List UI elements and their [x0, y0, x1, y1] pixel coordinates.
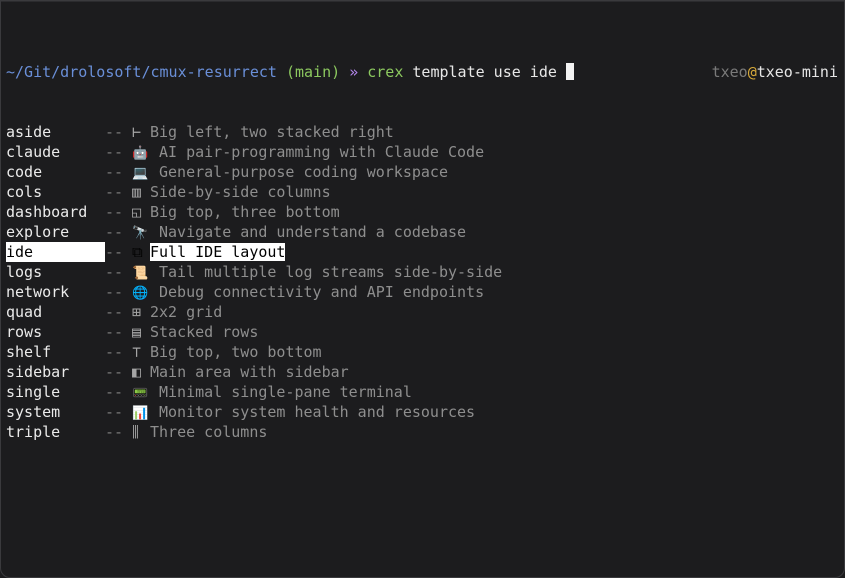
text-cursor	[565, 63, 574, 80]
template-separator: --	[105, 303, 124, 321]
template-separator: --	[105, 423, 124, 441]
template-separator: --	[105, 343, 124, 361]
template-description: Main area with sidebar	[150, 363, 349, 381]
template-separator: --	[105, 163, 124, 181]
ide-layout-icon: ⧉	[132, 243, 143, 261]
prompt-line: ~/Git/drolosoft/cmux-resurrect (main) » …	[6, 62, 838, 82]
template-row-sidebar[interactable]: sidebar -- ◧ Main area with sidebar	[6, 362, 838, 382]
scroll-icon: 📜	[132, 266, 149, 281]
prompt-arrow: »	[349, 63, 359, 81]
template-separator: --	[105, 263, 124, 281]
template-name: rows	[6, 323, 43, 341]
template-separator: --	[105, 323, 124, 341]
laptop-icon: 💻	[132, 166, 149, 181]
window-top-border	[1, 1, 844, 2]
template-row-triple[interactable]: triple -- ⫼ Three columns	[6, 422, 838, 442]
prompt-host: txeo-mini	[756, 63, 838, 81]
template-description: Navigate and understand a codebase	[159, 223, 467, 241]
template-row-rows[interactable]: rows -- ▤ Stacked rows	[6, 322, 838, 342]
template-description: Stacked rows	[150, 323, 259, 341]
template-row-quad[interactable]: quad -- ⊞ 2x2 grid	[6, 302, 838, 322]
terminal-icon: 📟	[132, 386, 149, 401]
template-description: Side-by-side columns	[150, 183, 331, 201]
columns-icon: ▥	[132, 183, 142, 201]
template-description: Big left, two stacked right	[150, 123, 394, 141]
template-separator: --	[105, 183, 124, 201]
template-separator: --	[105, 223, 124, 241]
template-row-network[interactable]: network -- 🌐 Debug connectivity and API end…	[6, 282, 838, 302]
template-row-code[interactable]: code -- 💻 General-purpose coding workspace	[6, 162, 838, 182]
template-row-single[interactable]: single -- 📟 Minimal single-pane terminal	[6, 382, 838, 402]
template-description: Big top, two bottom	[150, 343, 322, 361]
terminal-window[interactable]: ~/Git/drolosoft/cmux-resurrect (main) » …	[0, 0, 845, 578]
template-row-cols[interactable]: cols -- ▥ Side-by-side columns	[6, 182, 838, 202]
template-name: sidebar	[6, 363, 70, 381]
terminal-output[interactable]: ~/Git/drolosoft/cmux-resurrect (main) » …	[6, 22, 838, 482]
prompt-at: @	[747, 63, 757, 81]
template-description: 2x2 grid	[150, 303, 223, 321]
template-name: ide	[6, 242, 105, 262]
command-executable: crex	[367, 63, 404, 81]
template-separator: --	[105, 123, 124, 141]
template-separator: --	[105, 383, 124, 401]
template-list[interactable]: aside -- ⊢ Big left, two stacked right claud…	[6, 122, 838, 442]
aside-layout-icon: ⊢	[132, 123, 142, 141]
command-arguments[interactable]: template use ide	[412, 63, 557, 81]
template-name: explore	[6, 223, 70, 241]
template-description: Monitor system health and resources	[159, 403, 476, 421]
template-row-explore[interactable]: explore -- 🔭 Navigate and understand a code…	[6, 222, 838, 242]
template-separator: --	[105, 143, 124, 161]
template-name: shelf	[6, 343, 52, 361]
template-separator: --	[105, 403, 124, 421]
template-description: General-purpose coding workspace	[159, 163, 448, 181]
template-name: logs	[6, 263, 43, 281]
git-branch: (main)	[285, 63, 341, 81]
template-row-ide[interactable]: ide -- ⧉ Full IDE layout	[6, 242, 838, 262]
shelf-layout-icon: ⊤	[132, 343, 142, 361]
template-description: Debug connectivity and API endpoints	[159, 283, 485, 301]
globe-icon: 🌐	[132, 286, 149, 301]
template-description: Full IDE layout	[150, 243, 286, 261]
template-row-shelf[interactable]: shelf -- ⊤ Big top, two bottom	[6, 342, 838, 362]
template-name: cols	[6, 183, 43, 201]
template-name: quad	[6, 303, 43, 321]
template-name: aside	[6, 123, 52, 141]
template-name: single	[6, 383, 61, 401]
prompt-left: ~/Git/drolosoft/cmux-resurrect (main) » …	[6, 62, 574, 82]
template-description: Tail multiple log streams side-by-side	[159, 263, 503, 281]
sidebar-layout-icon: ◧	[132, 363, 142, 381]
template-description: AI pair-programming with Claude Code	[159, 143, 485, 161]
template-separator: --	[105, 363, 124, 381]
template-name: system	[6, 403, 61, 421]
telescope-icon: 🔭	[132, 226, 149, 241]
template-name: network	[6, 283, 70, 301]
template-row-dashboard[interactable]: dashboard -- ◱ Big top, three bottom	[6, 202, 838, 222]
template-separator: --	[105, 203, 124, 221]
template-row-system[interactable]: system -- 📊 Monitor system health and resou…	[6, 402, 838, 422]
template-row-claude[interactable]: claude -- 🤖 AI pair-programming with Claude…	[6, 142, 838, 162]
template-name: code	[6, 163, 43, 181]
dashboard-layout-icon: ◱	[132, 203, 142, 221]
template-name: dashboard	[6, 203, 88, 221]
rows-icon: ▤	[132, 323, 142, 341]
template-name: triple	[6, 423, 61, 441]
prompt-right: txeo@txeo-mini	[712, 62, 838, 82]
bar-chart-icon: 📊	[132, 406, 149, 421]
prompt-user: txeo	[711, 63, 748, 81]
template-description: Minimal single-pane terminal	[159, 383, 412, 401]
template-row-logs[interactable]: logs -- 📜 Tail multiple log streams side-by…	[6, 262, 838, 282]
template-row-aside[interactable]: aside -- ⊢ Big left, two stacked right	[6, 122, 838, 142]
template-description: Three columns	[150, 423, 268, 441]
template-separator: --	[105, 283, 124, 301]
grid-icon: ⊞	[132, 303, 142, 321]
template-name: claude	[6, 143, 61, 161]
template-separator: --	[105, 243, 124, 261]
triple-columns-icon: ⫼	[132, 423, 139, 441]
prompt-path: ~/Git/drolosoft/cmux-resurrect	[6, 63, 277, 81]
robot-icon: 🤖	[132, 146, 149, 161]
template-description: Big top, three bottom	[150, 203, 340, 221]
